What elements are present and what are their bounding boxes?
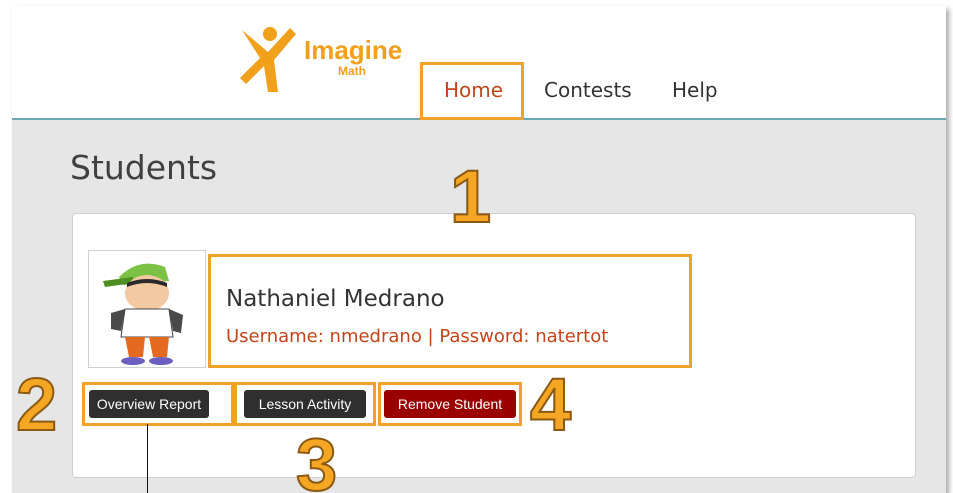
imagine-math-logo[interactable]: Imagine Math — [238, 26, 402, 96]
highlight-remove — [378, 382, 522, 426]
annotation-number-3: 3 — [295, 422, 338, 493]
highlight-lesson — [234, 382, 376, 426]
student-credentials: Username: nmedrano | Password: natertot — [226, 326, 609, 347]
app-window: Imagine Math Home Contests Help Students — [12, 6, 946, 493]
annotation-number-4: 4 — [529, 362, 572, 447]
highlight-overview — [82, 382, 234, 426]
pointer-line — [147, 424, 148, 493]
logo-text: Imagine — [304, 35, 403, 65]
page-title: Students — [70, 148, 218, 187]
student-avatar — [88, 250, 206, 368]
annotation-number-1: 1 — [449, 154, 492, 239]
logo-subtext: Math — [338, 64, 366, 78]
person-figure-icon — [240, 27, 296, 92]
student-name: Nathaniel Medrano — [226, 286, 445, 312]
avatar-illustration-icon — [103, 263, 183, 365]
nav-help: Help — [672, 78, 718, 102]
highlight-home — [420, 62, 524, 120]
annotation-number-2: 2 — [15, 362, 58, 447]
nav-contests[interactable]: Contests — [544, 78, 632, 102]
